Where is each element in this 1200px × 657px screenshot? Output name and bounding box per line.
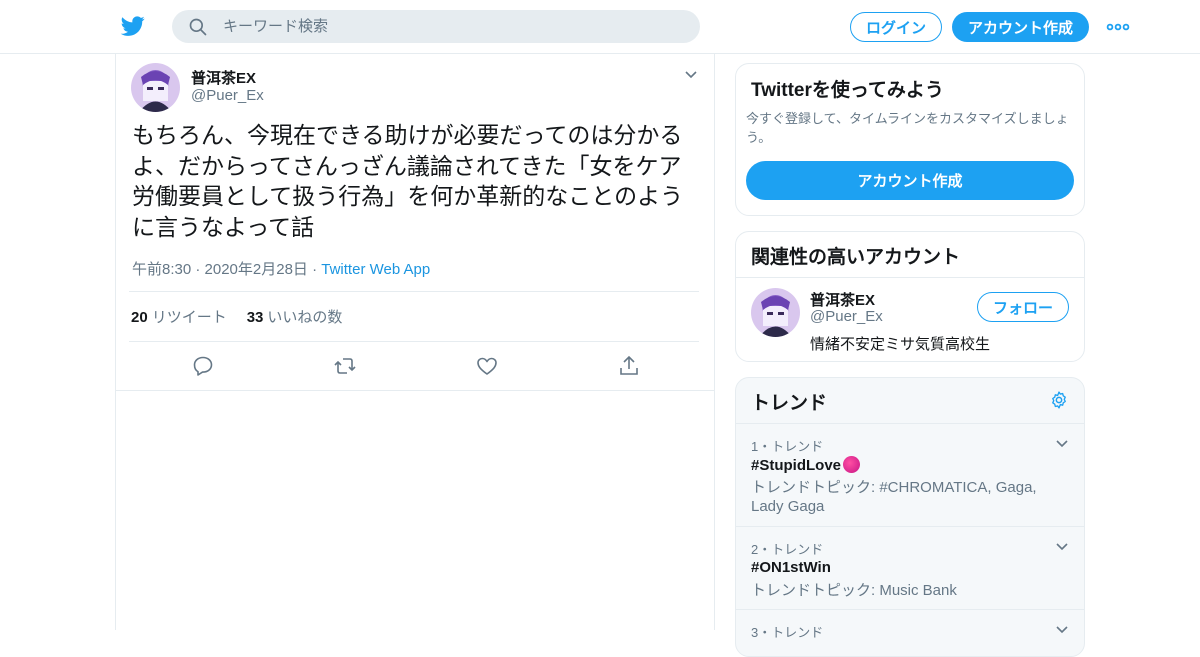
tweet-meta: 午前8:30 · 2020年2月28日 · Twitter Web App xyxy=(132,258,430,279)
login-button[interactable]: ログイン xyxy=(850,12,942,42)
search-input[interactable] xyxy=(223,18,663,35)
follow-button[interactable]: フォロー xyxy=(977,292,1069,322)
related-accounts-card: 関連性の高いアカウント 普洱茶EX @Puer_Ex 情緒不安定ミサ気質高校生 … xyxy=(735,231,1085,362)
twitter-logo-icon[interactable] xyxy=(120,14,146,38)
chevron-down-icon[interactable] xyxy=(1055,542,1069,552)
heart-emoji-icon xyxy=(843,456,861,473)
source-app-link[interactable]: Twitter Web App xyxy=(321,261,430,278)
trend-tag: #ON1stWin xyxy=(751,559,831,576)
related-account-name[interactable]: 普洱茶EX xyxy=(810,289,875,310)
retweet-stat[interactable]: 20 リツイート xyxy=(131,306,227,327)
timestamp[interactable]: 午前8:30 · 2020年2月28日 xyxy=(132,261,308,278)
signup-card: Twitterを使ってみよう 今すぐ登録して、タイムラインをカスタマイズしましょ… xyxy=(735,63,1085,216)
trend-rank: 2・トレンド xyxy=(751,542,824,557)
signup-card-description: 今すぐ登録して、タイムラインをカスタマイズしましょう。 xyxy=(746,111,1069,145)
chevron-down-icon[interactable] xyxy=(683,69,699,81)
tweet-text: もちろん、今現在できる助けが必要だってのは分かるよ、だからってさんっざん議論され… xyxy=(132,123,684,241)
trend-topic: トレンドトピック: #CHROMATICA, Gaga, Lady Gaga xyxy=(751,479,1037,515)
signup-card-button[interactable]: アカウント作成 xyxy=(746,161,1074,200)
main-column: 普洱茶EX @Puer_Ex もちろん、今現在できる助けが必要だってのは分かるよ… xyxy=(115,54,715,630)
search-icon xyxy=(189,18,207,35)
share-icon[interactable] xyxy=(617,354,641,378)
gear-icon[interactable] xyxy=(1049,390,1069,410)
reply-icon[interactable] xyxy=(191,354,215,378)
trends-card: トレンド 1・トレンド #StupidLove トレンドトピック: #CHROM… xyxy=(735,377,1085,657)
like-stat[interactable]: 33 いいねの数 xyxy=(247,306,343,327)
signup-button[interactable]: アカウント作成 xyxy=(952,12,1089,42)
chevron-down-icon[interactable] xyxy=(1055,439,1069,449)
like-label: いいねの数 xyxy=(267,309,343,326)
trends-title: トレンド xyxy=(751,393,828,414)
trend-item[interactable]: 3・トレンド xyxy=(736,610,1084,656)
more-icon[interactable] xyxy=(1106,18,1130,36)
like-count: 33 xyxy=(246,309,264,326)
retweet-count: 20 xyxy=(131,309,148,326)
author-name[interactable]: 普洱茶EX xyxy=(191,67,256,88)
author-handle[interactable]: @Puer_Ex xyxy=(191,87,264,104)
divider xyxy=(736,277,1084,278)
related-accounts-title: 関連性の高いアカウント xyxy=(751,247,961,268)
meta-separator: · xyxy=(307,261,322,278)
trend-tag-text: #StupidLove xyxy=(751,457,842,474)
retweet-icon[interactable] xyxy=(333,354,357,378)
trend-item[interactable]: 2・トレンド #ON1stWin トレンドトピック: Music Bank xyxy=(736,527,1084,609)
trend-item[interactable]: 1・トレンド #StupidLove トレンドトピック: #CHROMATICA… xyxy=(736,424,1084,526)
retweet-label: リツイート xyxy=(151,309,227,326)
trend-topic: トレンドトピック: Music Bank xyxy=(751,582,957,599)
tweet: 普洱茶EX @Puer_Ex もちろん、今現在できる助けが必要だってのは分かるよ… xyxy=(116,54,714,391)
related-account-bio: 情緒不安定ミサ気質高校生 xyxy=(810,336,991,353)
signup-card-title: Twitterを使ってみよう xyxy=(751,80,944,101)
related-account-handle[interactable]: @Puer_Ex xyxy=(810,308,883,325)
tweet-stats: 20 リツイート 33 いいねの数 xyxy=(129,291,699,342)
trend-rank: 3・トレンド xyxy=(751,625,824,640)
trend-rank: 1・トレンド xyxy=(751,439,824,454)
tweet-actions xyxy=(116,346,714,386)
trend-tag: #StupidLove xyxy=(751,456,861,474)
chevron-down-icon[interactable] xyxy=(1055,625,1069,635)
top-bar: ログイン アカウント作成 xyxy=(0,0,1200,54)
like-icon[interactable] xyxy=(475,354,499,378)
avatar[interactable] xyxy=(131,63,180,112)
search-box[interactable] xyxy=(172,10,700,43)
avatar[interactable] xyxy=(751,288,800,337)
